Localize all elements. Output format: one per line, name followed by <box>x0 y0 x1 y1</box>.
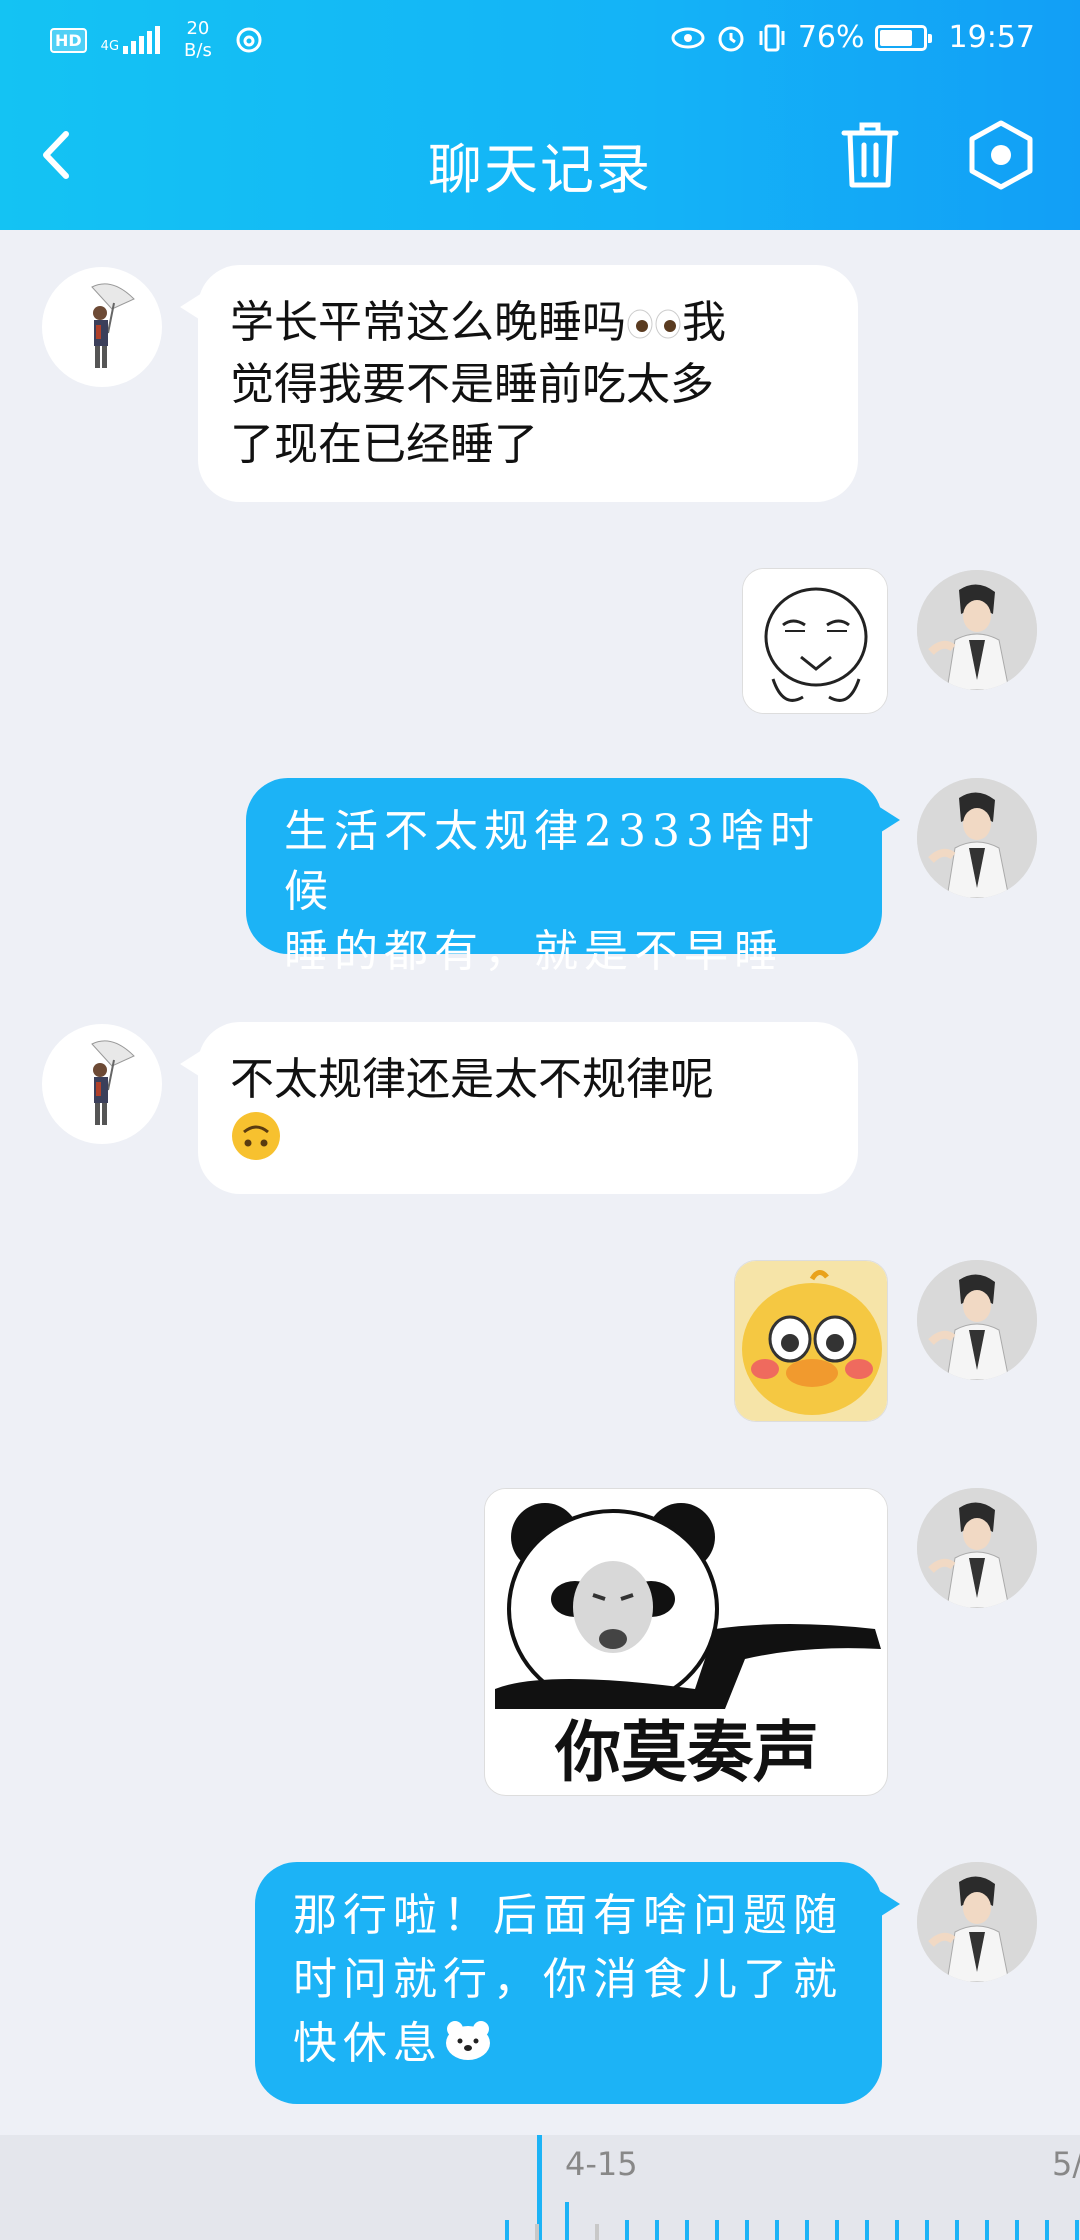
message-bubble-sent[interactable]: 那行啦！后面有啥问题随 时问就行，你消食儿了就 快休息 <box>255 1862 900 2104</box>
contact-avatar[interactable] <box>42 1024 162 1144</box>
timeline-tick <box>865 2220 869 2240</box>
timeline-tick <box>805 2220 809 2240</box>
message-text-line: 那行啦！后面有啥问题随 <box>293 1890 843 1941</box>
doodle-face-sticker <box>743 569 887 713</box>
message-text: 不太规律还是太不规律呢 <box>230 1050 826 1178</box>
timeline-tick <box>775 2220 779 2240</box>
battery-icon <box>874 24 932 51</box>
date-timeline[interactable]: 4-15 5/ <box>0 2135 1080 2240</box>
battery-percent: 76% <box>797 20 865 55</box>
vibrate-icon <box>759 24 785 51</box>
trash-icon <box>841 122 899 188</box>
message-bubble-received[interactable]: 不太规律还是太不规律呢 <box>180 1022 858 1194</box>
message-text-line: 不太规律还是太不规律呢 <box>230 1054 714 1105</box>
netease-music-icon <box>236 27 262 53</box>
timeline-tick <box>595 2224 599 2240</box>
message-text-line: 我 <box>682 297 726 348</box>
timeline-tick <box>685 2220 689 2240</box>
my-avatar[interactable] <box>917 1260 1037 1380</box>
timeline-tick <box>505 2220 509 2240</box>
hexagon-settings-icon <box>969 120 1033 190</box>
sticker-message[interactable]: 你莫奏声 <box>484 1488 888 1796</box>
timeline-tick <box>985 2220 989 2240</box>
message-text: 学长平常这么晚睡吗 我 觉得我要不是睡前吃太多 了现在已经睡了 <box>230 293 826 475</box>
clock: 19:57 <box>948 20 1035 55</box>
timeline-tick <box>625 2220 629 2240</box>
polar-bear-emoji <box>443 2015 493 2079</box>
timeline-tick <box>745 2220 749 2240</box>
my-avatar[interactable] <box>917 778 1037 898</box>
message-bubble-sent[interactable]: 生活不太规律2333啥时候 睡的都有，就是不早睡 <box>246 778 900 977</box>
network-speed-value: 20 <box>186 18 210 39</box>
network-type: 4G <box>100 39 120 54</box>
timeline-next-date: 5/ <box>1052 2145 1080 2183</box>
timeline-date: 4-15 <box>565 2145 638 2183</box>
message-text-line: 了现在已经睡了 <box>230 419 538 470</box>
timeline-tick <box>1015 2220 1019 2240</box>
network-speed-unit: B/s <box>184 40 212 61</box>
timeline-tick <box>1075 2220 1079 2240</box>
title-bar: 聊天记录 <box>0 95 1080 225</box>
message-text: 生活不太规律2333啥时候 睡的都有，就是不早睡 <box>284 802 844 982</box>
header: HD 4G 20 B/s 76% 19:57 聊天记录 <box>0 0 1080 230</box>
message-bubble-received[interactable]: 学长平常这么晚睡吗 我 觉得我要不是睡前吃太多 了现在已经睡了 <box>180 265 858 502</box>
message-text-line: 生活不太规律2333啥时候 <box>284 806 820 917</box>
upside-down-face-emoji <box>230 1110 282 1178</box>
panda-meme-sticker <box>485 1489 887 1709</box>
timeline-tick <box>535 2224 539 2240</box>
alarm-icon <box>718 26 744 51</box>
sticker-caption: 你莫奏声 <box>555 1714 819 1791</box>
message-text-line: 学长平常这么晚睡吗 <box>230 297 626 348</box>
my-avatar[interactable] <box>917 1488 1037 1608</box>
eyes-emoji <box>626 295 682 355</box>
timeline-tick <box>925 2220 929 2240</box>
message-text-line: 时问就行，你消食儿了就 <box>293 1954 843 2005</box>
message-text: 那行啦！后面有啥问题随 时问就行，你消食儿了就 快休息 <box>293 1884 844 2079</box>
message-text-line: 觉得我要不是睡前吃太多 <box>230 359 714 410</box>
timeline-tick <box>1045 2220 1049 2240</box>
my-avatar[interactable] <box>917 570 1037 690</box>
timeline-tick <box>565 2202 569 2240</box>
timeline-tick <box>715 2220 719 2240</box>
sticker-message[interactable] <box>734 1260 888 1422</box>
signal-icon: 4G <box>100 26 161 54</box>
delete-button[interactable] <box>838 119 902 191</box>
settings-button[interactable] <box>966 119 1036 191</box>
my-avatar[interactable] <box>917 1862 1037 1982</box>
timeline-tick <box>835 2220 839 2240</box>
timeline-tick <box>955 2220 959 2240</box>
crying-duck-sticker <box>735 1261 887 1421</box>
eye-icon <box>671 27 705 48</box>
status-bar: HD 4G 20 B/s 76% 19:57 <box>0 0 1080 80</box>
message-text-line: 快休息 <box>293 2018 443 2069</box>
contact-avatar[interactable] <box>42 267 162 387</box>
timeline-tick <box>895 2220 899 2240</box>
message-text-line: 睡的都有，就是不早睡 <box>284 926 784 977</box>
timeline-tick <box>655 2220 659 2240</box>
page-title: 聊天记录 <box>428 138 652 201</box>
sticker-message[interactable] <box>742 568 888 714</box>
hd-badge: HD <box>50 27 87 53</box>
